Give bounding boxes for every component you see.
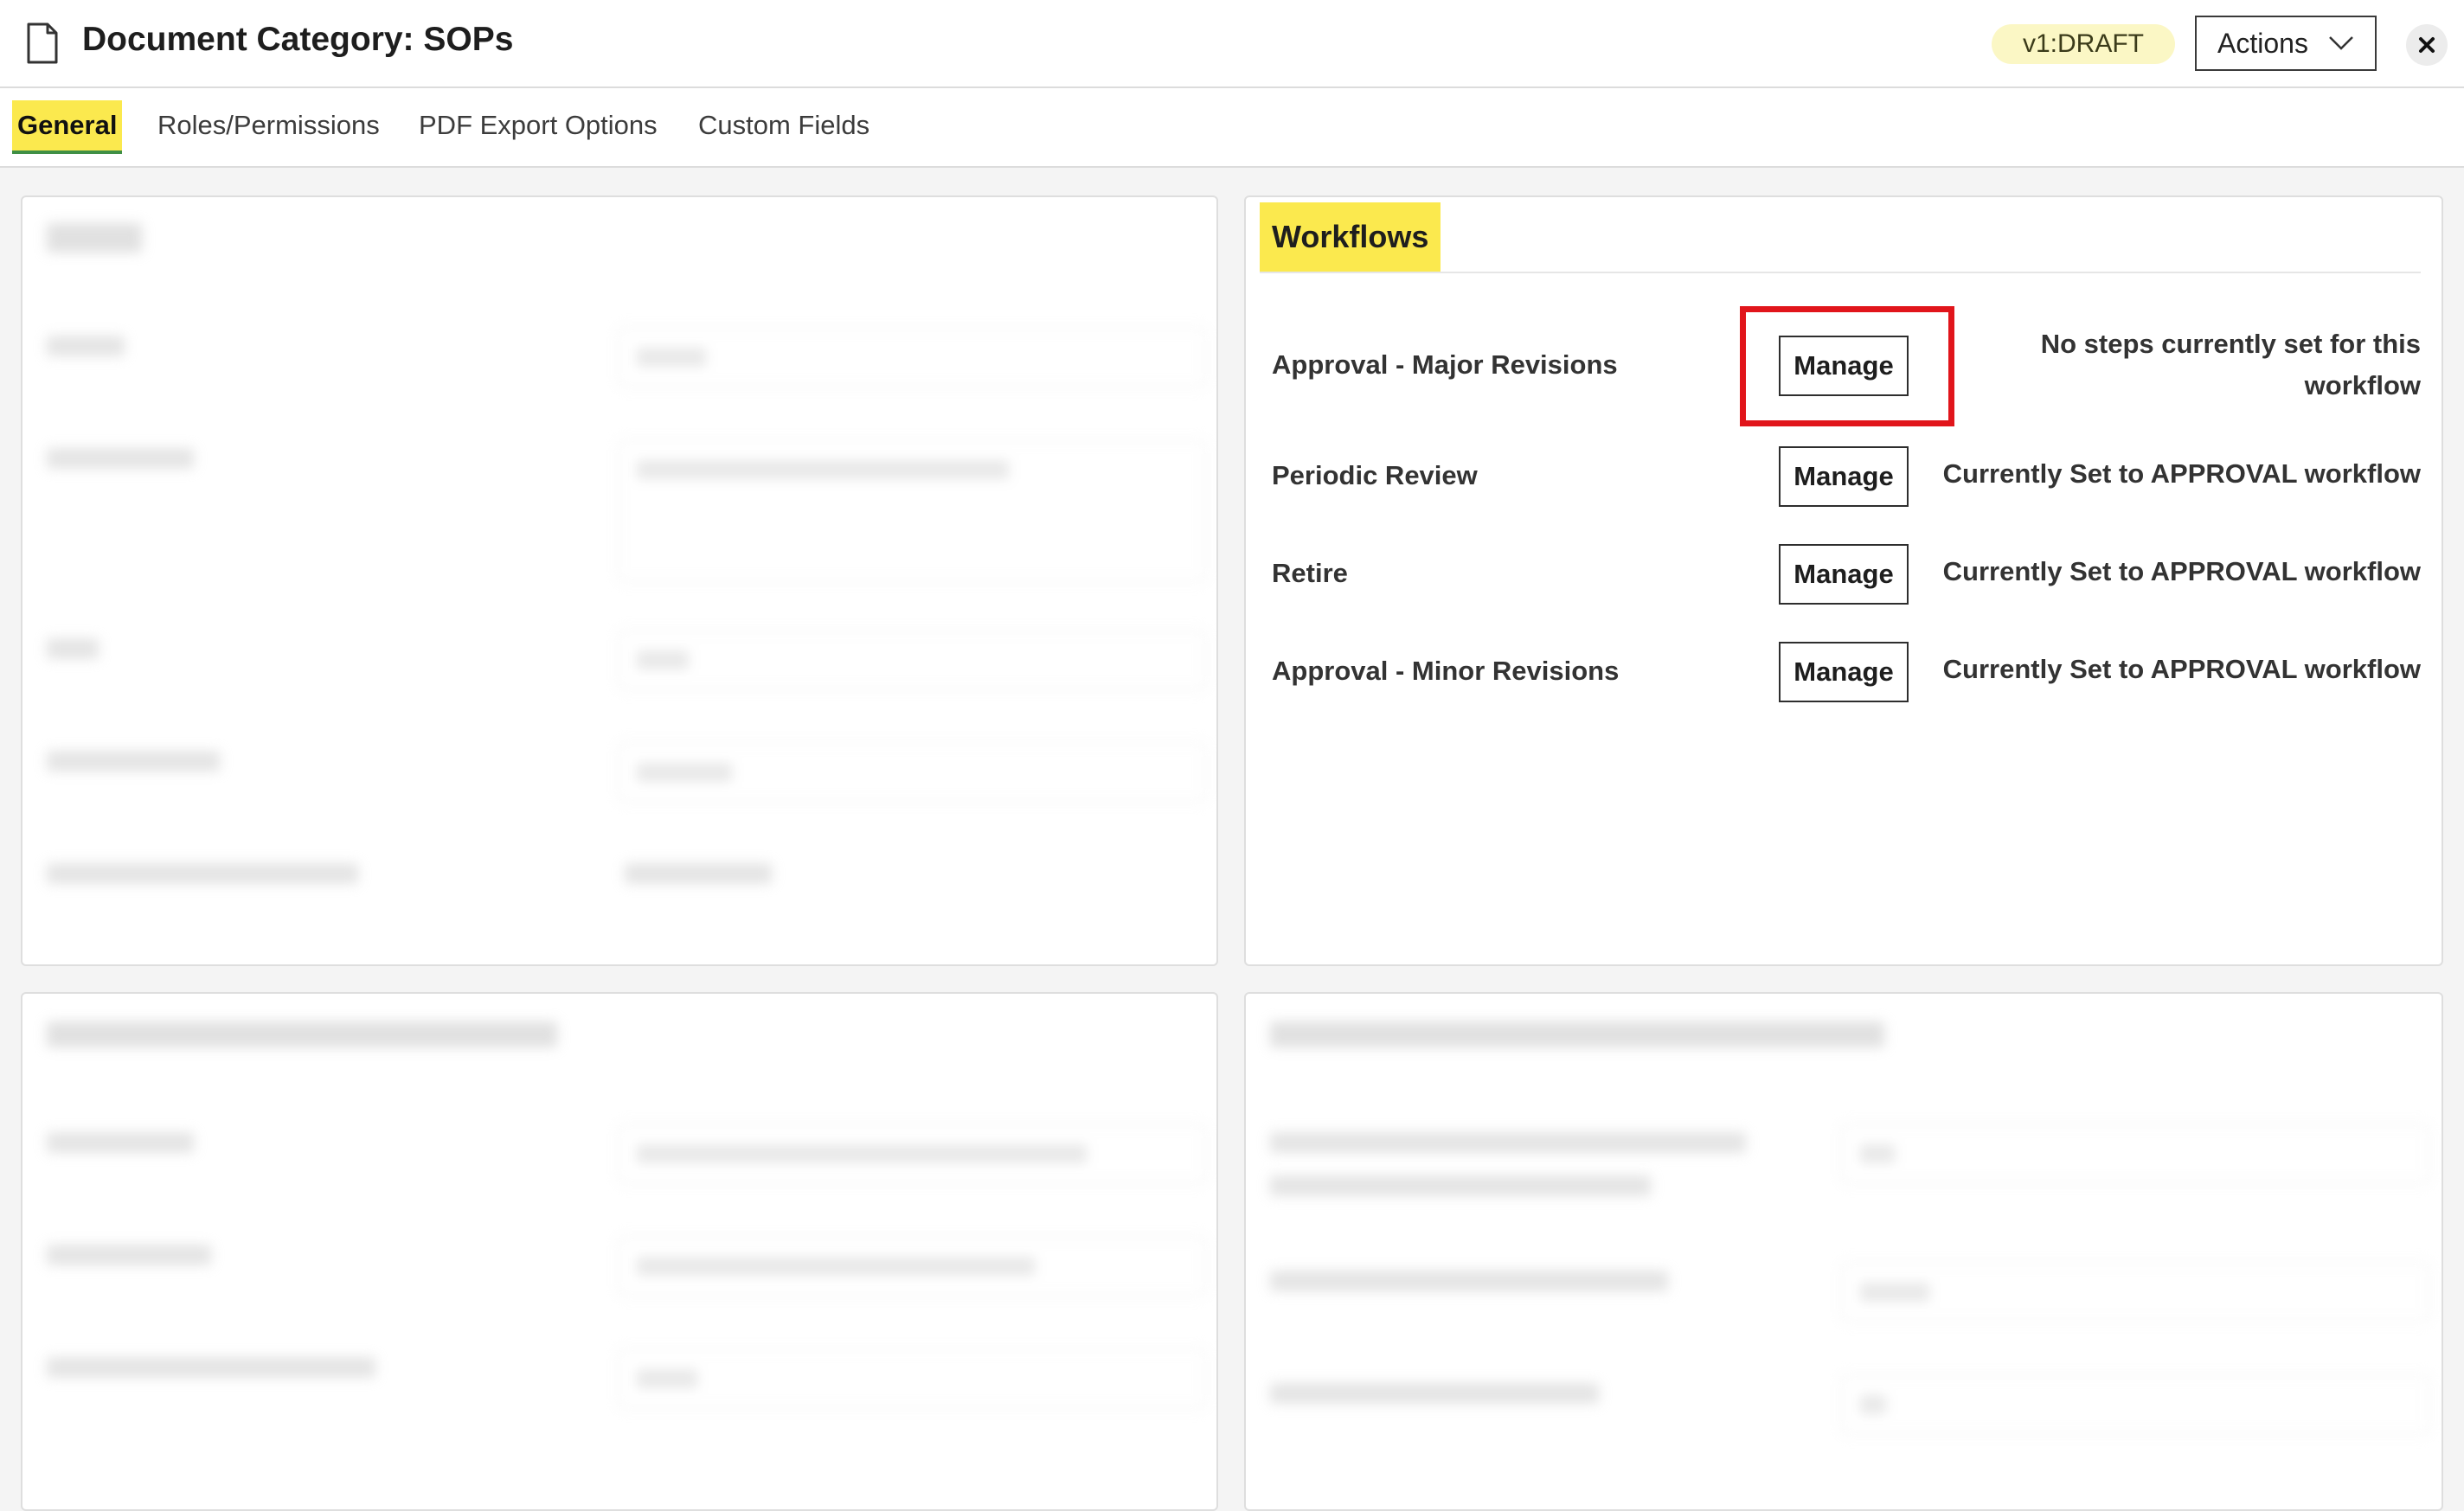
version-status-badge: v1:DRAFT — [1992, 24, 2176, 64]
manage-retire-button[interactable]: Manage — [1779, 544, 1909, 605]
blurred-label — [47, 336, 125, 356]
tab-general[interactable]: General — [12, 100, 123, 154]
blurred-select — [618, 1236, 1206, 1297]
blurred-value — [625, 863, 772, 884]
close-button[interactable] — [2406, 24, 2448, 66]
close-icon — [2419, 37, 2435, 53]
blurred-label — [47, 638, 99, 659]
blurred-label — [1270, 1175, 1651, 1196]
workflow-name: Periodic Review — [1272, 460, 1478, 490]
chevron-down-icon — [2329, 36, 2353, 50]
blurred-label — [1270, 1271, 1668, 1291]
workflows-heading: Workflows — [1260, 202, 1441, 272]
tab-bar: General Roles/Permissions PDF Export Opt… — [0, 88, 2464, 168]
blurred-label — [47, 1357, 375, 1378]
blurred-input — [1841, 1374, 2429, 1435]
divider — [1260, 272, 2421, 273]
blurred-label — [47, 863, 358, 884]
tab-custom-fields[interactable]: Custom Fields — [698, 100, 869, 150]
workflow-status: Currently Set to APPROVAL workflow — [1942, 654, 2421, 684]
tab-pdf-export-options[interactable]: PDF Export Options — [419, 100, 658, 150]
blurred-label — [47, 448, 194, 469]
blurred-label — [1270, 1132, 1746, 1153]
header-bar: Document Category: SOPs v1:DRAFT Actions — [0, 0, 2464, 88]
details-panel — [21, 195, 1218, 966]
actions-dropdown-button[interactable]: Actions — [2195, 16, 2377, 71]
actions-label: Actions — [2217, 27, 2308, 59]
blurred-label — [47, 751, 220, 772]
blurred-panel-heading — [47, 1021, 557, 1047]
tab-roles-permissions[interactable]: Roles/Permissions — [157, 100, 380, 150]
blurred-label — [47, 1132, 194, 1153]
blurred-label — [1270, 1383, 1599, 1404]
workflow-name: Approval - Minor Revisions — [1272, 656, 1620, 686]
manage-periodic-review-button[interactable]: Manage — [1779, 446, 1909, 507]
manage-approval-major-revisions-button[interactable]: Manage — [1779, 336, 1909, 396]
manage-approval-minor-revisions-button[interactable]: Manage — [1779, 642, 1909, 702]
workflows-panel: Workflows Approval - Major Revisions Man… — [1244, 195, 2443, 966]
blurred-input — [618, 327, 1206, 387]
document-icon — [27, 22, 58, 64]
blurred-input — [618, 630, 1206, 690]
blurred-textarea — [618, 439, 1206, 582]
workflow-name: Approval - Major Revisions — [1272, 349, 1618, 380]
default-training-settings-panel — [1244, 992, 2443, 1511]
default-settings-panel — [21, 992, 1218, 1511]
blurred-panel-heading — [1270, 1021, 1884, 1047]
blurred-panel-heading — [47, 223, 142, 253]
blurred-select — [618, 1348, 1206, 1409]
blurred-label — [47, 1245, 211, 1265]
blurred-select — [1841, 1124, 2429, 1184]
workflow-status: Currently Set to APPROVAL workflow — [1942, 458, 2421, 489]
blurred-select — [1841, 1262, 2429, 1322]
blurred-select — [618, 1124, 1206, 1184]
blurred-input — [618, 742, 1206, 803]
workflow-name: Retire — [1272, 558, 1348, 588]
page-title: Document Category: SOPs — [82, 21, 514, 58]
workflow-status: No steps currently set for this workflow — [2040, 329, 2421, 400]
workflow-status: Currently Set to APPROVAL workflow — [1942, 556, 2421, 586]
